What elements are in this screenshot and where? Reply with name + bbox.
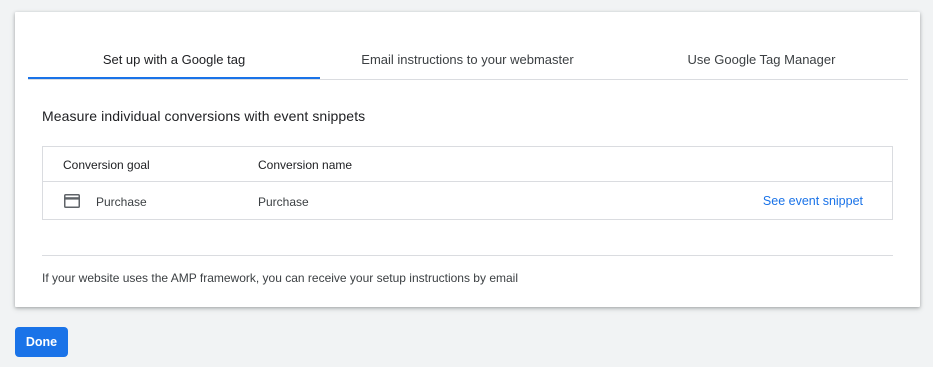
table-header: Conversion goal Conversion name <box>43 147 892 182</box>
tab-label: Email instructions to your webmaster <box>361 51 574 67</box>
tab-google-tag[interactable]: Set up with a Google tag <box>28 42 320 79</box>
setup-instructions-card: Set up with a Google tag Email instructi… <box>15 12 920 307</box>
section-title: Measure individual conversions with even… <box>42 108 366 124</box>
conversions-table: Conversion goal Conversion name Purchase… <box>42 146 893 220</box>
credit-card-icon <box>64 194 80 208</box>
tab-email-webmaster[interactable]: Email instructions to your webmaster <box>320 42 615 76</box>
tab-google-tag-manager[interactable]: Use Google Tag Manager <box>615 42 908 76</box>
header-conversion-goal: Conversion goal <box>63 158 150 172</box>
tab-label: Use Google Tag Manager <box>687 51 836 67</box>
tab-label: Set up with a Google tag <box>102 51 246 67</box>
table-row: Purchase Purchase See event snippet <box>43 182 892 221</box>
see-event-snippet-link[interactable]: See event snippet <box>763 194 863 208</box>
cell-conversion-name: Purchase <box>258 195 309 209</box>
header-conversion-name: Conversion name <box>258 158 353 172</box>
done-button[interactable]: Done <box>15 327 68 357</box>
divider <box>42 255 893 256</box>
cell-conversion-goal: Purchase <box>96 195 147 209</box>
tab-bar: Set up with a Google tag Email instructi… <box>28 42 908 80</box>
amp-note: If your website uses the AMP framework, … <box>42 271 518 285</box>
